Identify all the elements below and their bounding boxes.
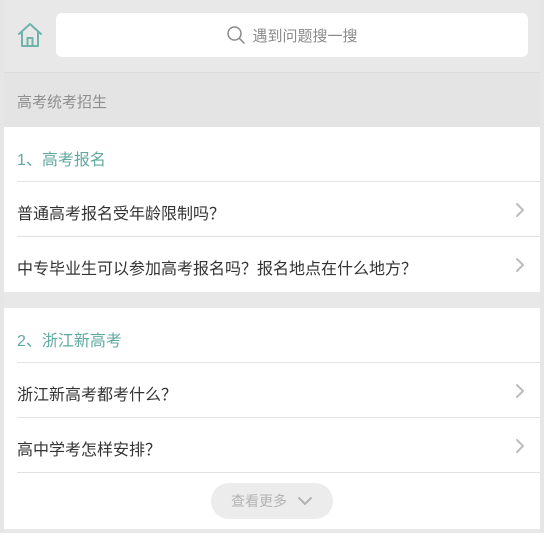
group-heading: 1、高考报名 — [17, 152, 106, 169]
faq-group: 2、浙江新高考 浙江新高考都考什么？ 高中学考怎样安排？ 查看更多 — [4, 308, 540, 529]
search-icon — [227, 26, 246, 44]
faq-item-label: 中专毕业生可以参加高考报名吗？报名地点在什么地方？ — [17, 261, 418, 278]
section-header: 高考统考招生 — [4, 72, 540, 127]
faq-item[interactable]: 高中学考怎样安排？ — [17, 417, 540, 472]
search-placeholder: 遇到问题搜一搜 — [252, 27, 358, 45]
chevron-right-icon — [516, 203, 524, 217]
chevron-right-icon — [516, 439, 524, 453]
faq-item-label: 浙江新高考都考什么？ — [17, 387, 178, 404]
home-icon — [18, 23, 42, 47]
header: 遇到问题搜一搜 — [4, 0, 540, 70]
home-button[interactable] — [14, 20, 46, 50]
divider — [17, 472, 540, 473]
chevron-right-icon — [516, 384, 524, 398]
view-more-button[interactable]: 查看更多 — [211, 483, 333, 519]
chevron-down-icon — [298, 497, 312, 505]
section-title: 高考统考招生 — [17, 94, 108, 111]
faq-item[interactable]: 浙江新高考都考什么？ — [17, 362, 540, 417]
faq-item-label: 普通高考报名受年龄限制吗？ — [17, 206, 226, 223]
app-frame: 遇到问题搜一搜 高考统考招生 1、高考报名 普通高考报名受年龄限制吗？ 中专毕业… — [4, 0, 540, 533]
faq-item[interactable]: 普通高考报名受年龄限制吗？ — [17, 181, 540, 236]
chevron-right-icon — [516, 258, 524, 272]
faq-item[interactable]: 中专毕业生可以参加高考报名吗？报名地点在什么地方？ — [17, 236, 540, 291]
search-input[interactable]: 遇到问题搜一搜 — [56, 13, 528, 57]
view-more-label: 查看更多 — [231, 493, 287, 509]
faq-group: 1、高考报名 普通高考报名受年龄限制吗？ 中专毕业生可以参加高考报名吗？报名地点… — [4, 127, 540, 292]
faq-item-label: 高中学考怎样安排？ — [17, 442, 162, 459]
group-heading: 2、浙江新高考 — [17, 333, 122, 350]
